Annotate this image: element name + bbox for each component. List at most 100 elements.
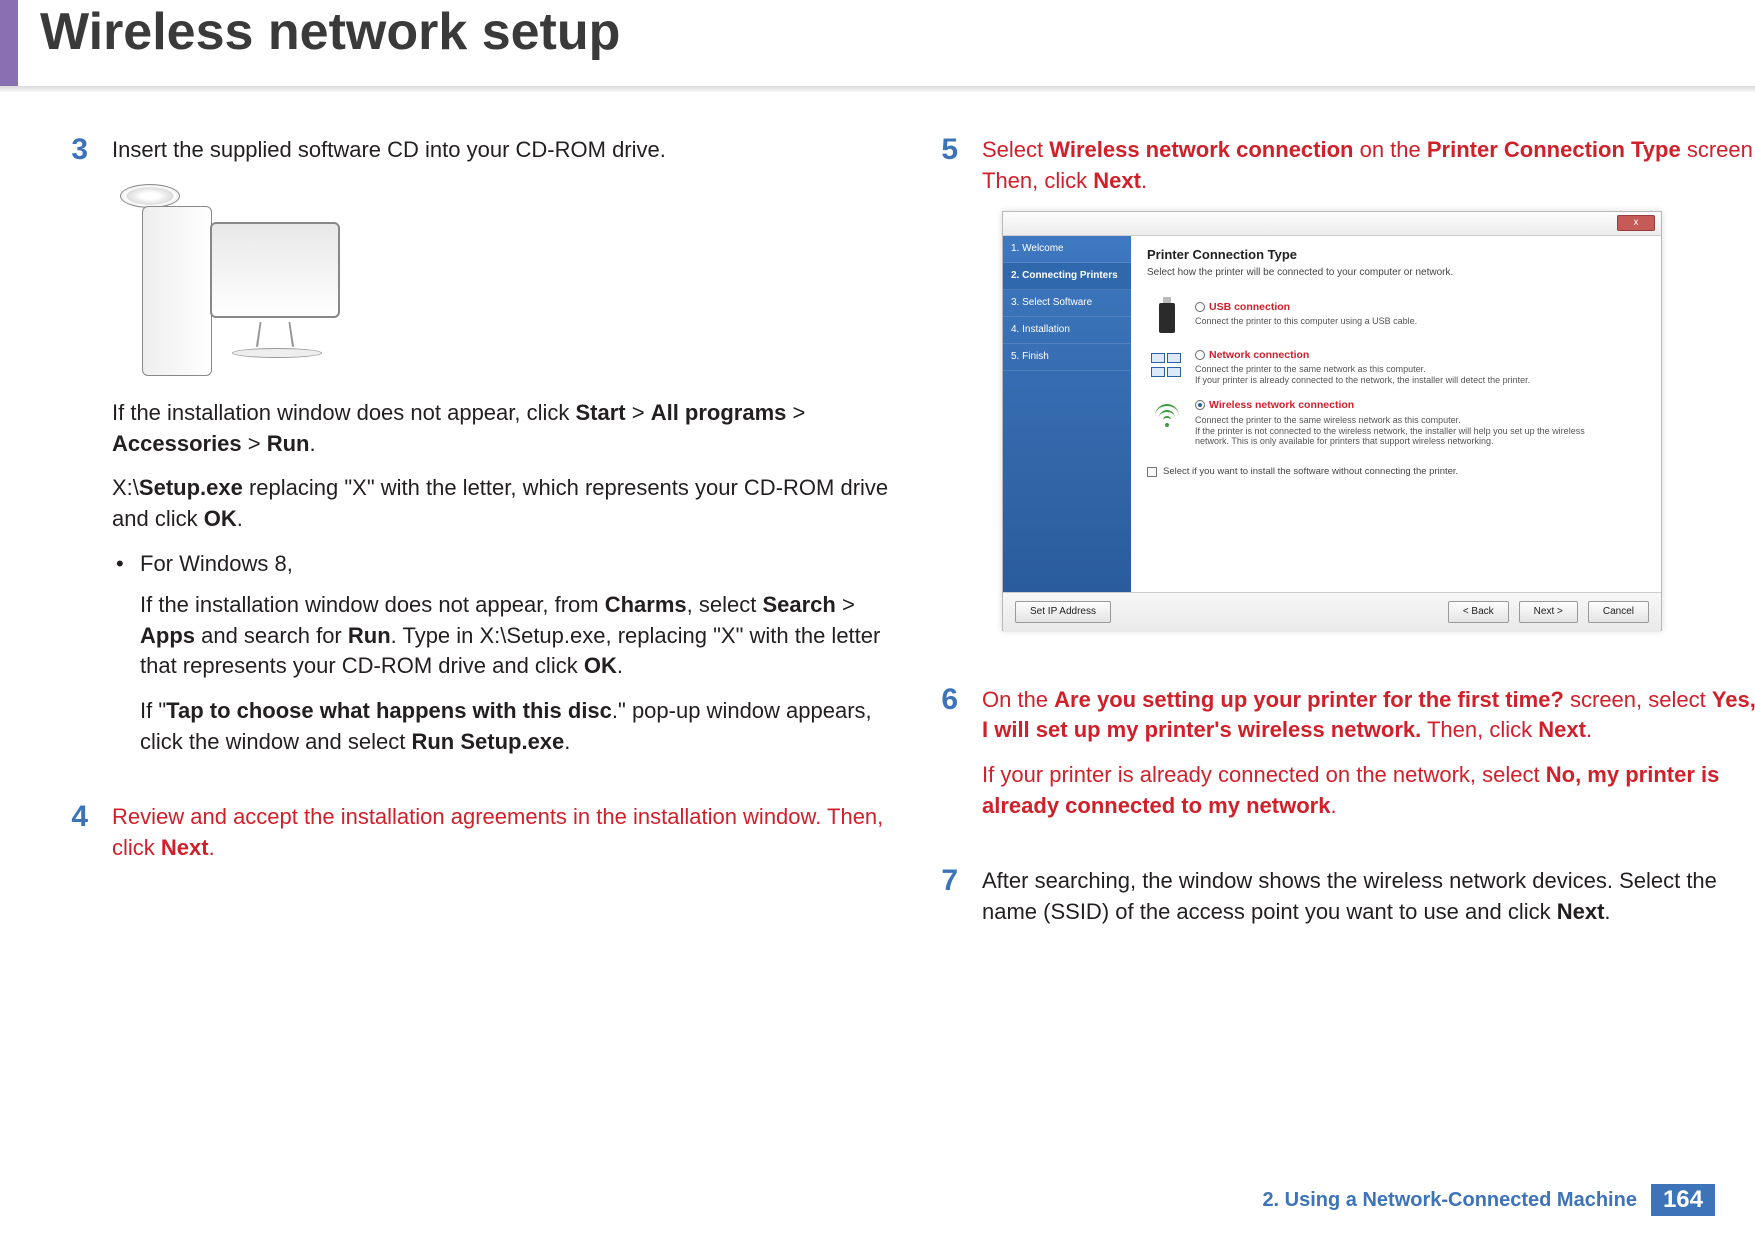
right-column: 5 Select Wireless network connection on … xyxy=(930,135,1755,971)
sep: > xyxy=(242,431,267,456)
wizard-dialog: x 1. Welcome 2. Connecting Printers 3. S… xyxy=(1002,211,1662,631)
txt: . xyxy=(209,835,215,860)
step-number-7: 7 xyxy=(930,866,958,942)
step-number-6: 6 xyxy=(930,685,958,836)
step-4: 4 Review and accept the installation agr… xyxy=(60,802,890,878)
usb-icon xyxy=(1149,300,1185,336)
step-3-tap-disc: If "Tap to choose what happens with this… xyxy=(140,696,890,758)
txt: On the xyxy=(982,687,1054,712)
txt: If " xyxy=(140,698,166,723)
option-usb[interactable]: USB connection Connect the printer to th… xyxy=(1147,294,1645,342)
footer-page-number: 164 xyxy=(1651,1184,1715,1216)
step-7: 7 After searching, the window shows the … xyxy=(930,866,1755,942)
kw-printer-conn-type: Printer Connection Type xyxy=(1427,137,1681,162)
wizard-footer: Set IP Address < Back Next > Cancel xyxy=(1003,592,1661,632)
step-6-text: On the Are you setting up your printer f… xyxy=(982,685,1755,747)
step-4-text: Review and accept the installation agree… xyxy=(112,802,890,864)
step-6-body: On the Are you setting up your printer f… xyxy=(982,685,1755,836)
option-network[interactable]: Network connection Connect the printer t… xyxy=(1147,342,1645,392)
footer-chapter: 2. Using a Network-Connected Machine xyxy=(1262,1189,1637,1212)
step-4-body: Review and accept the installation agree… xyxy=(112,802,890,878)
step-number-5: 5 xyxy=(930,135,958,655)
kw-first-time-q: Are you setting up your printer for the … xyxy=(1054,687,1564,712)
opt-usb-title: USB connection xyxy=(1209,300,1290,315)
txt: . xyxy=(564,729,570,754)
close-button[interactable]: x xyxy=(1617,215,1655,231)
opt-usb-desc: Connect the printer to this computer usi… xyxy=(1195,316,1417,327)
sep: > xyxy=(786,400,805,425)
step-number-4: 4 xyxy=(60,802,88,878)
kw-apps: Apps xyxy=(140,623,195,648)
txt: Select xyxy=(982,137,1049,162)
checkbox-install-without-connect[interactable] xyxy=(1147,467,1157,477)
cancel-button[interactable]: Cancel xyxy=(1588,601,1649,623)
kw-start: Start xyxy=(576,400,626,425)
kw-tap-disc: Tap to choose what happens with this dis… xyxy=(166,698,612,723)
sep: > xyxy=(626,400,651,425)
txt: . xyxy=(1330,793,1336,818)
next-button[interactable]: Next > xyxy=(1519,601,1578,623)
radio-usb[interactable] xyxy=(1195,302,1205,312)
txt: screen, select xyxy=(1564,687,1712,712)
wizard-heading: Printer Connection Type xyxy=(1147,246,1645,264)
step-5: 5 Select Wireless network connection on … xyxy=(930,135,1755,655)
wizard-main: Printer Connection Type Select how the p… xyxy=(1131,236,1661,592)
opt-net-desc: Connect the printer to the same network … xyxy=(1195,364,1530,386)
step-3-win8-charms: If the installation window does not appe… xyxy=(140,590,890,682)
kw-charms: Charms xyxy=(605,592,687,617)
radio-network[interactable] xyxy=(1195,350,1205,360)
header-rule xyxy=(0,86,1755,92)
kw-wireless-conn: Wireless network connection xyxy=(1049,137,1353,162)
wizard-titlebar: x xyxy=(1003,212,1661,236)
kw-next: Next xyxy=(1538,717,1586,742)
cd-disc-icon xyxy=(120,184,180,208)
radio-wireless[interactable] xyxy=(1195,400,1205,410)
wizard-step-select-software: 3. Select Software xyxy=(1003,290,1131,317)
wizard-step-finish: 5. Finish xyxy=(1003,344,1131,371)
kw-run-setup: Run Setup.exe xyxy=(411,729,564,754)
txt: on the xyxy=(1353,137,1426,162)
txt: . xyxy=(1604,899,1610,924)
page-title: Wireless network setup xyxy=(40,2,620,62)
sep: > xyxy=(836,592,855,617)
kw-run: Run xyxy=(348,623,391,648)
set-ip-button[interactable]: Set IP Address xyxy=(1015,601,1111,623)
txt: . xyxy=(1586,717,1592,742)
wizard-subheading: Select how the printer will be connected… xyxy=(1147,266,1645,280)
option-wireless[interactable]: Wireless network connection Connect the … xyxy=(1147,392,1645,453)
network-icon xyxy=(1149,348,1185,384)
txt: For Windows 8, xyxy=(140,551,293,576)
step-3-setup-exe: X:\Setup.exe replacing "X" with the lett… xyxy=(112,473,890,535)
kw-search: Search xyxy=(762,592,835,617)
step-3-start-run: If the installation window does not appe… xyxy=(112,398,890,460)
monitor-base-icon xyxy=(232,348,322,358)
step-7-body: After searching, the window shows the wi… xyxy=(982,866,1755,942)
monitor-stand-icon xyxy=(256,322,294,347)
step-6-already-connected: If your printer is already connected on … xyxy=(982,760,1755,822)
opt-net-title: Network connection xyxy=(1209,348,1309,363)
kw-next: Next xyxy=(1557,899,1605,924)
wizard-body: 1. Welcome 2. Connecting Printers 3. Sel… xyxy=(1003,236,1661,592)
left-column: 3 Insert the supplied software CD into y… xyxy=(60,135,890,907)
kw-ok: OK xyxy=(584,653,617,678)
opt-wifi-title: Wireless network connection xyxy=(1209,398,1354,413)
wizard-step-welcome: 1. Welcome xyxy=(1003,236,1131,263)
txt: If the installation window does not appe… xyxy=(112,400,576,425)
kw-setup-exe: Setup.exe xyxy=(139,475,243,500)
kw-all-programs: All programs xyxy=(651,400,787,425)
back-button[interactable]: < Back xyxy=(1448,601,1509,623)
step-5-text: Select Wireless network connection on th… xyxy=(982,135,1755,197)
step-5-body: Select Wireless network connection on th… xyxy=(982,135,1755,655)
txt: . xyxy=(617,653,623,678)
txt: If your printer is already connected on … xyxy=(982,762,1546,787)
txt: If the installation window does not appe… xyxy=(140,592,605,617)
wifi-icon xyxy=(1149,398,1185,434)
checkbox-label: Select if you want to install the softwa… xyxy=(1163,465,1458,478)
txt: and search for xyxy=(195,623,348,648)
step-number-3: 3 xyxy=(60,135,88,772)
kw-run: Run xyxy=(267,431,310,456)
cd-rom-illustration xyxy=(112,180,322,380)
pc-tower-icon xyxy=(142,206,212,376)
install-without-connect-row[interactable]: Select if you want to install the softwa… xyxy=(1147,465,1645,478)
wizard-step-installation: 4. Installation xyxy=(1003,317,1131,344)
